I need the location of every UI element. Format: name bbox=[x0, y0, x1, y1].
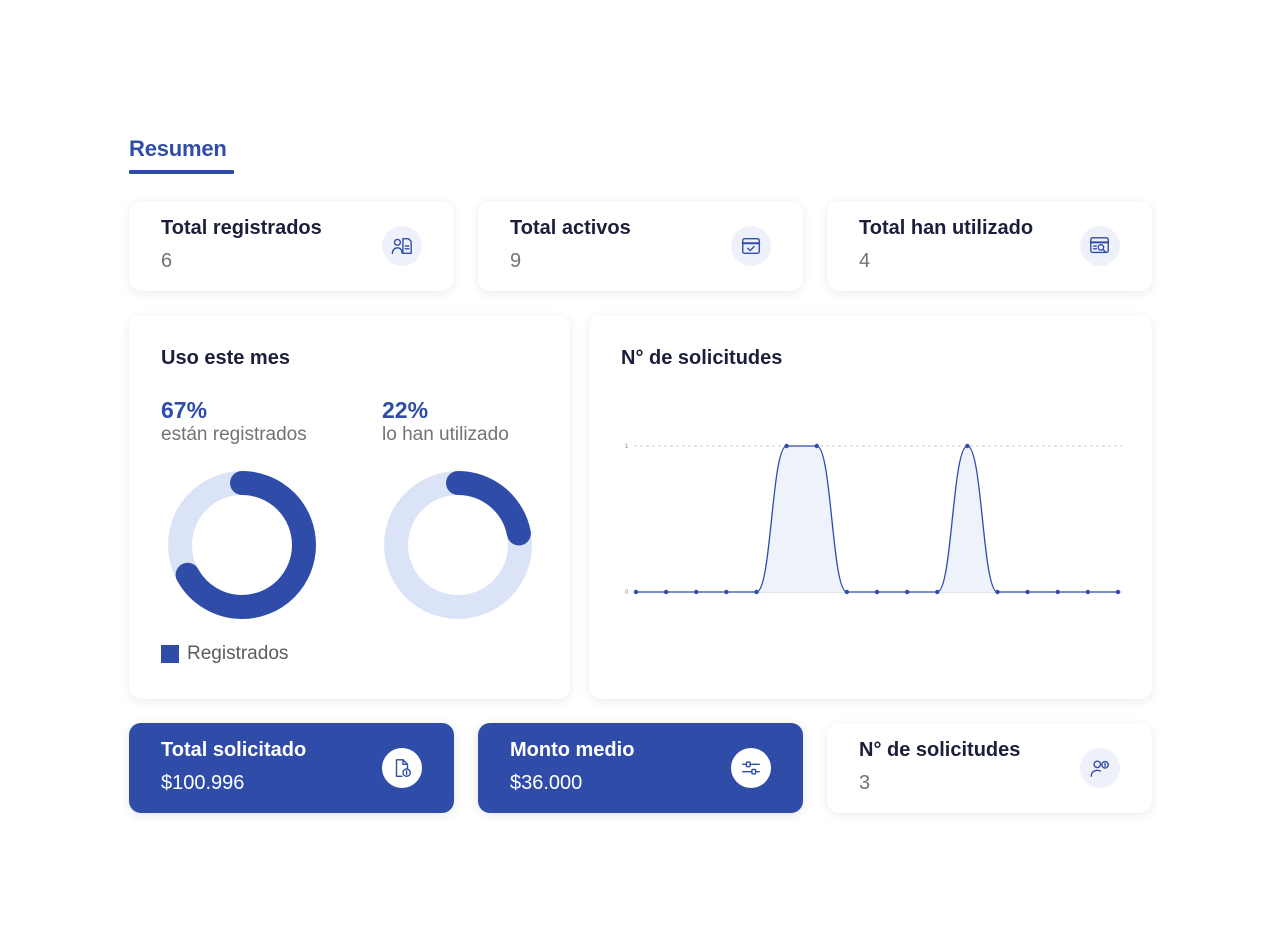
panel-title: Uso este mes bbox=[161, 347, 290, 369]
user-document-icon bbox=[382, 226, 422, 266]
used-label: lo han utilizado bbox=[382, 424, 509, 445]
data-point bbox=[1085, 589, 1091, 595]
document-money-icon bbox=[382, 748, 422, 788]
data-point bbox=[965, 443, 970, 449]
data-point bbox=[724, 589, 729, 595]
usage-panel: Uso este mes 67% están registrados 22% l… bbox=[129, 315, 570, 699]
data-point bbox=[814, 443, 819, 449]
registered-label: están registrados bbox=[161, 424, 307, 445]
data-point bbox=[784, 443, 789, 449]
data-point bbox=[1115, 589, 1121, 595]
calendar-check-icon bbox=[731, 226, 771, 266]
stat-value: 9 bbox=[510, 250, 522, 272]
stat-title: Total registrados bbox=[161, 217, 322, 239]
stat-value: 3 bbox=[859, 772, 871, 794]
stat-title: Total solicitado bbox=[161, 739, 307, 761]
stat-card-monto-medio: Monto medio $36.000 bbox=[478, 723, 803, 813]
registered-percent: 67% bbox=[161, 397, 208, 423]
stat-title: Total han utilizado bbox=[859, 217, 1034, 239]
data-point bbox=[995, 589, 1000, 595]
data-point bbox=[904, 589, 910, 595]
registered-donut-chart bbox=[168, 471, 316, 619]
data-point bbox=[663, 589, 669, 595]
stat-card-n-solicitudes: N° de solicitudes 3 bbox=[827, 723, 1152, 813]
data-point bbox=[633, 589, 639, 595]
stat-title: N° de solicitudes bbox=[859, 739, 1021, 761]
tab-active-underline bbox=[129, 170, 234, 174]
tab-resumen[interactable]: Resumen bbox=[129, 136, 234, 174]
y-tick-label: 1 bbox=[625, 444, 629, 450]
stat-card-total-activos: Total activos 9 bbox=[478, 201, 803, 291]
donut-legend: Registrados bbox=[161, 643, 288, 665]
stat-value: $100.996 bbox=[161, 772, 245, 794]
user-coin-icon bbox=[1080, 748, 1120, 788]
stat-title: Monto medio bbox=[510, 739, 635, 761]
stat-card-total-solicitado: Total solicitado $100.996 bbox=[129, 723, 454, 813]
data-point bbox=[844, 589, 850, 595]
stat-value: 6 bbox=[161, 250, 173, 272]
stat-card-total-han-utilizado: Total han utilizado 4 bbox=[827, 201, 1152, 291]
series-line bbox=[636, 445, 1118, 593]
stat-value: $36.000 bbox=[510, 772, 583, 794]
used-donut-chart bbox=[384, 471, 532, 619]
data-point bbox=[694, 589, 699, 595]
used-percent: 22% bbox=[382, 397, 429, 423]
y-tick-label: 0 bbox=[625, 590, 629, 596]
requests-chart-panel: N° de solicitudes 01 bbox=[589, 315, 1152, 699]
tab-resumen-label: Resumen bbox=[129, 136, 227, 161]
data-point bbox=[935, 589, 940, 595]
legend-swatch bbox=[161, 645, 179, 663]
stat-title: Total activos bbox=[510, 217, 631, 239]
series-area bbox=[636, 446, 1118, 592]
data-point bbox=[1055, 589, 1060, 595]
data-point bbox=[754, 589, 759, 595]
data-point bbox=[1025, 589, 1030, 595]
sliders-icon bbox=[731, 748, 771, 788]
requests-area-chart: 01 bbox=[625, 443, 1122, 596]
browser-search-icon bbox=[1080, 226, 1120, 266]
stat-card-total-registrados: Total registrados 6 bbox=[129, 201, 454, 291]
stat-value: 4 bbox=[859, 250, 871, 272]
legend-label: Registrados bbox=[187, 643, 289, 664]
data-point bbox=[874, 589, 880, 595]
